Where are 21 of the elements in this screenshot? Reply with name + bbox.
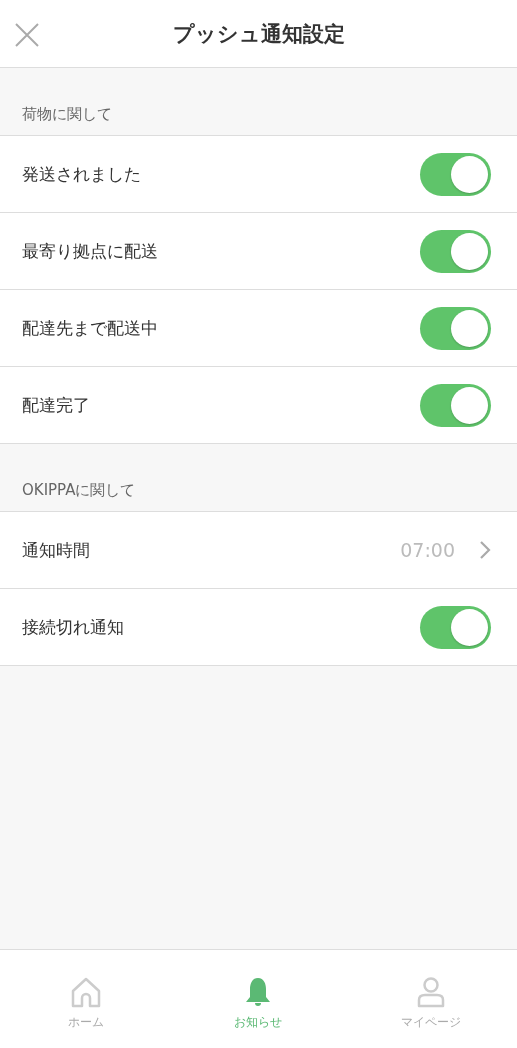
page-title: プッシュ通知設定 — [172, 20, 345, 48]
toggle-switch[interactable] — [420, 306, 491, 350]
section-heading: 荷物に関して — [22, 105, 112, 124]
chevron-right-icon[interactable] — [479, 540, 491, 560]
setting-label: 配達先まで配送中 — [22, 316, 159, 340]
time-value: 07:00 — [400, 539, 455, 561]
toggle-switch[interactable] — [420, 383, 491, 427]
home-icon — [70, 976, 103, 1008]
toggle-switch[interactable] — [420, 152, 491, 196]
toggle-switch[interactable] — [420, 605, 491, 649]
close-icon[interactable] — [14, 22, 40, 48]
section-heading: OKIPPAに関して — [22, 481, 136, 500]
setting-label: 配達完了 — [22, 393, 91, 417]
tab-item[interactable]: ホーム — [0, 950, 173, 1048]
setting-label: 発送されました — [22, 162, 142, 186]
tab-item[interactable]: マイページ — [344, 950, 517, 1048]
setting-label: 通知時間 — [22, 538, 91, 562]
setting-label: 最寄り拠点に配送 — [22, 239, 159, 263]
setting-label: 接続切れ通知 — [22, 615, 125, 639]
tab-item[interactable]: お知らせ — [172, 950, 345, 1048]
toggle-switch[interactable] — [420, 229, 491, 273]
